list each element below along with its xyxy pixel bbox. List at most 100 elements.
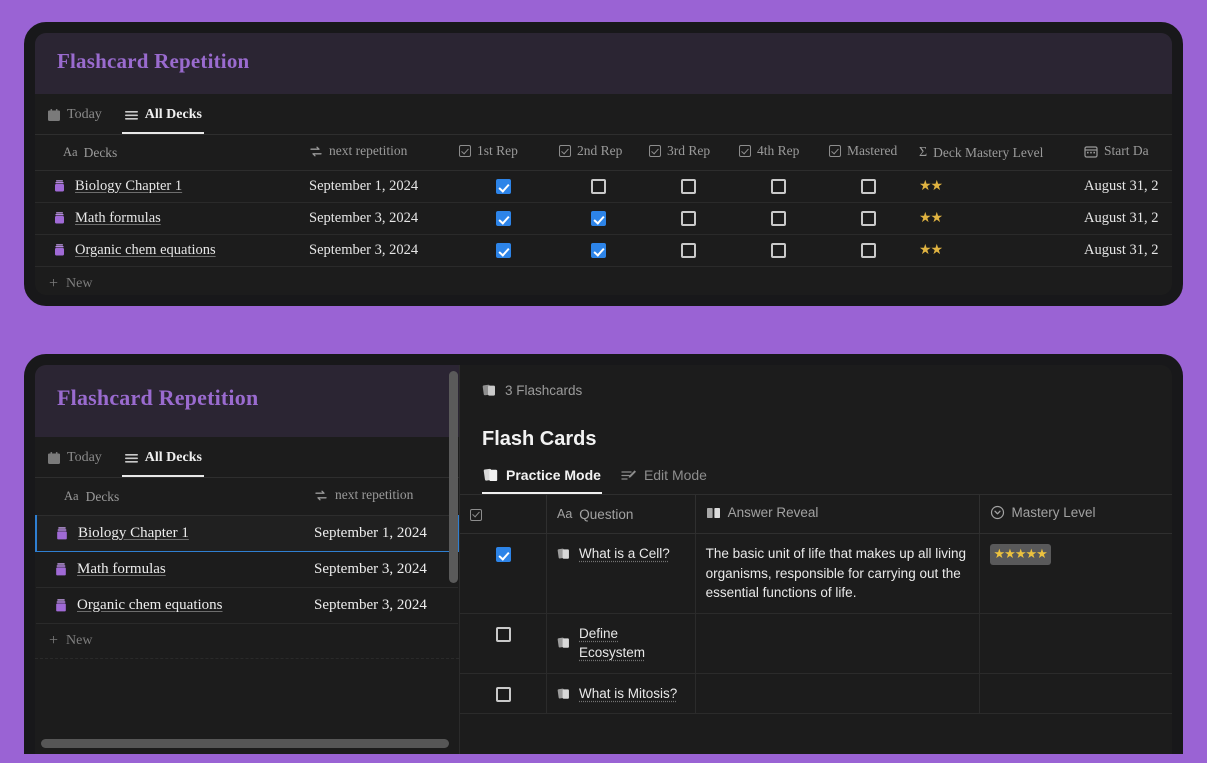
checkbox-icon[interactable] bbox=[470, 509, 482, 521]
col-deck-mastery-level[interactable]: Σ Deck Mastery Level bbox=[913, 135, 1078, 170]
card-question-cell[interactable]: What is a Cell? bbox=[547, 534, 696, 614]
rep1-checkbox-cell[interactable] bbox=[453, 202, 553, 234]
sidebar-vertical-scrollbar[interactable] bbox=[449, 371, 458, 583]
table-row[interactable]: Math formulas September 3, 2024 ★★ Augus… bbox=[35, 202, 1183, 234]
rep4-checkbox[interactable] bbox=[771, 211, 786, 226]
sidebar-next-repetition[interactable]: September 3, 2024 bbox=[308, 587, 458, 623]
rep3-checkbox[interactable] bbox=[681, 179, 696, 194]
card-question-cell[interactable]: What is Mitosis? bbox=[547, 673, 696, 714]
sidebar-col-decks[interactable]: Aa Decks bbox=[36, 478, 308, 515]
start-date-value[interactable]: August 31, 2 bbox=[1078, 234, 1183, 266]
sidebar-col-next-repetition[interactable]: next repetition bbox=[308, 478, 458, 515]
rep2-checkbox-cell[interactable] bbox=[553, 170, 643, 202]
card-answer-cell[interactable] bbox=[695, 673, 979, 714]
rep3-checkbox[interactable] bbox=[681, 211, 696, 226]
col-next-repetition[interactable]: next repetition bbox=[303, 135, 453, 170]
rep2-checkbox[interactable] bbox=[591, 243, 606, 258]
table-row[interactable]: Organic chem equations September 3, 2024… bbox=[35, 234, 1183, 266]
rep1-checkbox-cell[interactable] bbox=[453, 234, 553, 266]
tab-edit-mode[interactable]: Edit Mode bbox=[620, 465, 708, 494]
rep2-checkbox-cell[interactable] bbox=[553, 202, 643, 234]
rep3-checkbox-cell[interactable] bbox=[643, 170, 733, 202]
col-2nd-rep[interactable]: 2nd Rep bbox=[553, 135, 643, 170]
table-row[interactable]: Biology Chapter 1 September 1, 2024 ★★ A… bbox=[35, 170, 1183, 202]
next-repetition-value[interactable]: September 1, 2024 bbox=[303, 170, 453, 202]
top-title-band: Flashcard Repetition bbox=[35, 33, 1172, 94]
mastered-checkbox-cell[interactable] bbox=[823, 234, 913, 266]
mastered-checkbox[interactable] bbox=[861, 211, 876, 226]
rep2-checkbox-cell[interactable] bbox=[553, 234, 643, 266]
card-checkbox-cell[interactable] bbox=[460, 613, 547, 673]
card-checkbox-cell[interactable] bbox=[460, 673, 547, 714]
mastery-stars-cell[interactable]: ★★ bbox=[913, 170, 1078, 202]
rep4-checkbox-cell[interactable] bbox=[733, 202, 823, 234]
rep3-checkbox[interactable] bbox=[681, 243, 696, 258]
rep1-checkbox[interactable] bbox=[496, 243, 511, 258]
sidebar-next-repetition[interactable]: September 3, 2024 bbox=[308, 551, 458, 587]
deck-cell[interactable]: Organic chem equations bbox=[35, 234, 303, 266]
card-checkbox[interactable] bbox=[496, 687, 511, 702]
next-repetition-value[interactable]: September 3, 2024 bbox=[303, 234, 453, 266]
card-answer-cell[interactable] bbox=[695, 613, 979, 673]
start-date-value[interactable]: August 31, 2 bbox=[1078, 170, 1183, 202]
col-answer-reveal[interactable]: Answer Reveal bbox=[695, 495, 979, 534]
tab-practice-mode[interactable]: Practice Mode bbox=[482, 465, 602, 494]
sidebar-next-repetition[interactable]: September 1, 2024 bbox=[308, 515, 458, 551]
sidebar-tab-today[interactable]: Today bbox=[45, 447, 104, 477]
rep2-checkbox[interactable] bbox=[591, 211, 606, 226]
rep4-checkbox-cell[interactable] bbox=[733, 234, 823, 266]
col-mastery-level[interactable]: Mastery Level bbox=[979, 495, 1172, 534]
col-3rd-rep[interactable]: 3rd Rep bbox=[643, 135, 733, 170]
tab-all-decks[interactable]: All Decks bbox=[122, 104, 204, 134]
start-date-value[interactable]: August 31, 2 bbox=[1078, 202, 1183, 234]
mastery-stars-cell[interactable]: ★★ bbox=[913, 234, 1078, 266]
next-repetition-value[interactable]: September 3, 2024 bbox=[303, 202, 453, 234]
tab-today[interactable]: Today bbox=[45, 104, 104, 134]
rep1-checkbox-cell[interactable] bbox=[453, 170, 553, 202]
col-mastered[interactable]: Mastered bbox=[823, 135, 913, 170]
card-answer-cell[interactable]: The basic unit of life that makes up all… bbox=[695, 534, 979, 614]
sidebar-horizontal-scrollbar[interactable] bbox=[41, 739, 449, 748]
card-checkbox[interactable] bbox=[496, 627, 511, 642]
mastered-checkbox-cell[interactable] bbox=[823, 170, 913, 202]
rep2-checkbox[interactable] bbox=[591, 179, 606, 194]
rep1-checkbox[interactable] bbox=[496, 211, 511, 226]
card-checkbox[interactable] bbox=[496, 547, 511, 562]
table-row[interactable]: What is Mitosis? bbox=[460, 673, 1172, 714]
sidebar-tab-all-decks[interactable]: All Decks bbox=[122, 447, 204, 477]
col-start-date[interactable]: Start Da bbox=[1078, 135, 1183, 170]
sidebar-deck-cell[interactable]: Organic chem equations bbox=[36, 587, 308, 623]
rep1-checkbox[interactable] bbox=[496, 179, 511, 194]
card-checkbox-cell[interactable] bbox=[460, 534, 547, 614]
list-item[interactable]: Organic chem equations September 3, 2024 bbox=[36, 587, 458, 623]
mastered-checkbox[interactable] bbox=[861, 179, 876, 194]
table-row[interactable]: Define Ecosystem bbox=[460, 613, 1172, 673]
deck-cell[interactable]: Biology Chapter 1 bbox=[35, 170, 303, 202]
col-decks[interactable]: Aa Decks bbox=[35, 135, 303, 170]
col-1st-rep[interactable]: 1st Rep bbox=[453, 135, 553, 170]
col-select-all[interactable] bbox=[460, 495, 547, 534]
mastered-checkbox[interactable] bbox=[861, 243, 876, 258]
table-row[interactable]: What is a Cell? The basic unit of life t… bbox=[460, 534, 1172, 614]
mastered-checkbox-cell[interactable] bbox=[823, 202, 913, 234]
col-question[interactable]: Aa Question bbox=[547, 495, 696, 534]
rep4-checkbox-cell[interactable] bbox=[733, 170, 823, 202]
rep3-checkbox-cell[interactable] bbox=[643, 234, 733, 266]
deck-cell[interactable]: Math formulas bbox=[35, 202, 303, 234]
circle-chevron-icon bbox=[990, 505, 1005, 520]
rep3-checkbox-cell[interactable] bbox=[643, 202, 733, 234]
sidebar-add-new-deck-row[interactable]: + New bbox=[35, 624, 459, 659]
card-mastery-cell[interactable]: ★★★★★ bbox=[979, 534, 1172, 614]
mastery-stars-cell[interactable]: ★★ bbox=[913, 202, 1078, 234]
rep4-checkbox[interactable] bbox=[771, 243, 786, 258]
add-new-deck-row[interactable]: + New bbox=[35, 267, 1172, 302]
sidebar-deck-cell[interactable]: Biology Chapter 1 bbox=[36, 515, 308, 551]
card-mastery-cell[interactable] bbox=[979, 673, 1172, 714]
card-mastery-cell[interactable] bbox=[979, 613, 1172, 673]
card-question-cell[interactable]: Define Ecosystem bbox=[547, 613, 696, 673]
list-item[interactable]: Biology Chapter 1 September 1, 2024 bbox=[36, 515, 458, 551]
col-4th-rep[interactable]: 4th Rep bbox=[733, 135, 823, 170]
list-item[interactable]: Math formulas September 3, 2024 bbox=[36, 551, 458, 587]
sidebar-deck-cell[interactable]: Math formulas bbox=[36, 551, 308, 587]
rep4-checkbox[interactable] bbox=[771, 179, 786, 194]
